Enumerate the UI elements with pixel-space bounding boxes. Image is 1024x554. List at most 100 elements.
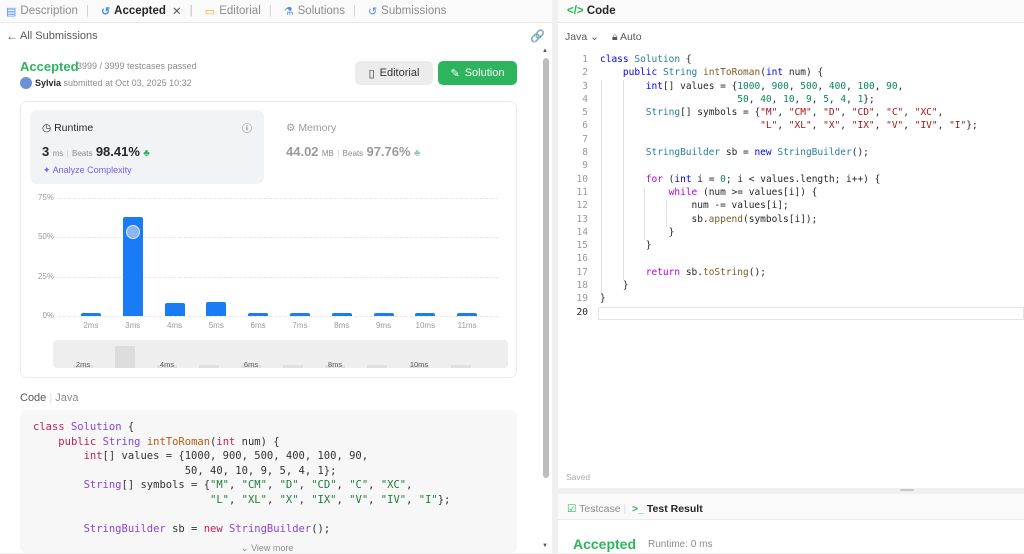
chart-bar[interactable]: [373, 312, 394, 316]
test-result-header: [558, 494, 1024, 520]
x-tick-label: 4ms: [166, 321, 183, 330]
runtime-label-row: ◷ Runtime: [42, 122, 94, 134]
line-number: 11: [576, 186, 588, 198]
tab-bar: ▤ Description | ↺ Accepted ✕ | ▭ Editorial | ⚗ S…: [0, 0, 552, 23]
tab-solutions[interactable]: ⚗ Solutions |: [278, 0, 362, 23]
x-tick-label: 3ms: [125, 321, 141, 330]
flask-icon: ⚗: [283, 5, 294, 18]
submitted-by: Sylvia submitted at Oct 03, 2025 10:32: [35, 78, 192, 88]
memory-stats: 44.02 MB | Beats 97.76% ♣: [286, 144, 421, 159]
history-icon: ↺: [367, 5, 378, 18]
x-tick-label: 5ms: [208, 321, 224, 330]
chart-bar[interactable]: [248, 312, 269, 316]
tab-test-result[interactable]: >_ Test Result: [632, 503, 703, 515]
panel-resize-handle[interactable]: [900, 489, 914, 491]
line-number: 13: [576, 213, 588, 225]
line-numbers: 1 2 3 4 5 6 7 8 9 10 11 12 13 14 15 16 17 18 19 20: [568, 54, 588, 320]
line-number: 9: [582, 160, 588, 172]
line-number: 20: [576, 306, 588, 318]
runtime-stats: 3 ms | Beats 98.41% ♣: [42, 144, 150, 159]
editor-code[interactable]: class Solution { public String intToRoma…: [600, 54, 978, 320]
line-number: 2: [582, 67, 588, 79]
chart-bar[interactable]: [289, 312, 310, 316]
lock-icon: 🔒︎: [612, 31, 618, 43]
book-icon: ▭: [204, 5, 216, 18]
scrollbar[interactable]: [543, 58, 549, 478]
testcases-passed: 3999 / 3999 testcases passed: [77, 61, 197, 71]
memory-label-row[interactable]: ⚙ Memory: [286, 122, 336, 134]
x-tick-label: 6ms: [250, 321, 266, 330]
chip-icon: ⚙: [286, 122, 296, 134]
editor-header: [558, 0, 1024, 23]
back-arrow-icon[interactable]: ←: [6, 29, 18, 43]
brush-tick-label: 8ms: [327, 360, 343, 369]
close-icon[interactable]: ✕: [172, 4, 182, 18]
scroll-down-icon[interactable]: ▼: [542, 543, 548, 549]
indent-guide: [644, 187, 645, 240]
brush-tick-label: 6ms: [243, 360, 259, 369]
indent-guide: [666, 200, 667, 227]
book-icon: ▯: [368, 67, 375, 80]
chart-bar[interactable]: [80, 312, 101, 316]
link-icon[interactable]: 🔗: [530, 29, 545, 43]
chart-bar[interactable]: [164, 303, 185, 316]
submitted-code: class Solution { public String intToRoma…: [33, 421, 451, 535]
auto-mode-toggle[interactable]: 🔒︎ Auto: [612, 31, 642, 44]
y-tick-label: 0%: [42, 311, 54, 320]
line-number: 10: [576, 173, 588, 185]
chart-bar[interactable]: [206, 301, 227, 316]
tab-editorial[interactable]: ▭ Editorial |: [199, 0, 278, 23]
test-result-status: Accepted: [573, 536, 637, 552]
beats-badge-icon: ♣: [143, 148, 150, 159]
language-select[interactable]: Java ⌄: [565, 31, 599, 43]
grid-line: [58, 198, 498, 199]
x-tick-label: 11ms: [457, 321, 477, 330]
analyze-complexity-button[interactable]: ✦ Analyze Complexity: [43, 165, 132, 176]
beats-badge-icon: ♣: [413, 148, 421, 159]
info-icon[interactable]: ⓘ: [242, 120, 252, 135]
line-number: 17: [576, 266, 588, 278]
brush-bar: [367, 365, 387, 368]
test-result-runtime: Runtime: 0 ms: [648, 539, 713, 550]
solution-button[interactable]: ✎ Solution: [438, 61, 517, 85]
brush-bar: [451, 365, 471, 368]
sparkle-icon: ✦: [43, 165, 51, 175]
x-tick-label: 9ms: [375, 321, 392, 330]
clock-icon: ◷: [42, 122, 52, 134]
avatar-marker: [125, 224, 140, 239]
submission-status: Accepted: [20, 59, 79, 74]
terminal-icon: >_: [632, 503, 644, 515]
tab-accepted[interactable]: ↺ Accepted ✕ |: [95, 0, 199, 23]
line-number: 19: [576, 293, 588, 305]
chart-bar[interactable]: [415, 312, 436, 316]
tab-testcase[interactable]: ☑ Testcase |: [567, 503, 626, 515]
chart-bar[interactable]: [331, 312, 352, 316]
tab-submissions[interactable]: ↺ Submissions: [362, 0, 452, 23]
username[interactable]: Sylvia: [35, 78, 61, 88]
chart-bar[interactable]: [457, 312, 478, 316]
brush-bar: [115, 346, 135, 368]
x-tick-label: 8ms: [334, 321, 350, 330]
y-tick-label: 75%: [37, 193, 54, 202]
line-number: 3: [582, 80, 588, 92]
editorial-button[interactable]: ▯ Editorial: [355, 61, 433, 85]
scroll-up-icon[interactable]: ▲: [542, 48, 548, 54]
indent-guide: [623, 80, 624, 280]
tab-description[interactable]: ▤ Description |: [0, 0, 95, 23]
brush-tick-label: 2ms: [75, 360, 91, 369]
editor-title: </> Code: [567, 5, 616, 17]
view-more-button[interactable]: ⌄ View more: [241, 543, 293, 554]
brush-bar: [283, 365, 303, 368]
line-number: 14: [576, 226, 588, 238]
line-number: 7: [582, 133, 588, 145]
save-status: Saved: [566, 472, 591, 482]
checkbox-icon: ☑: [567, 503, 577, 515]
all-submissions-link[interactable]: All Submissions: [20, 30, 98, 42]
code-icon: </>: [567, 5, 584, 17]
line-number: 5: [582, 107, 588, 119]
line-number: 1: [582, 54, 588, 65]
x-tick-label: 10ms: [415, 321, 436, 330]
indent-guide: [601, 80, 602, 293]
code-section-header: Code | Java: [20, 392, 79, 404]
grid-line: [58, 316, 498, 317]
